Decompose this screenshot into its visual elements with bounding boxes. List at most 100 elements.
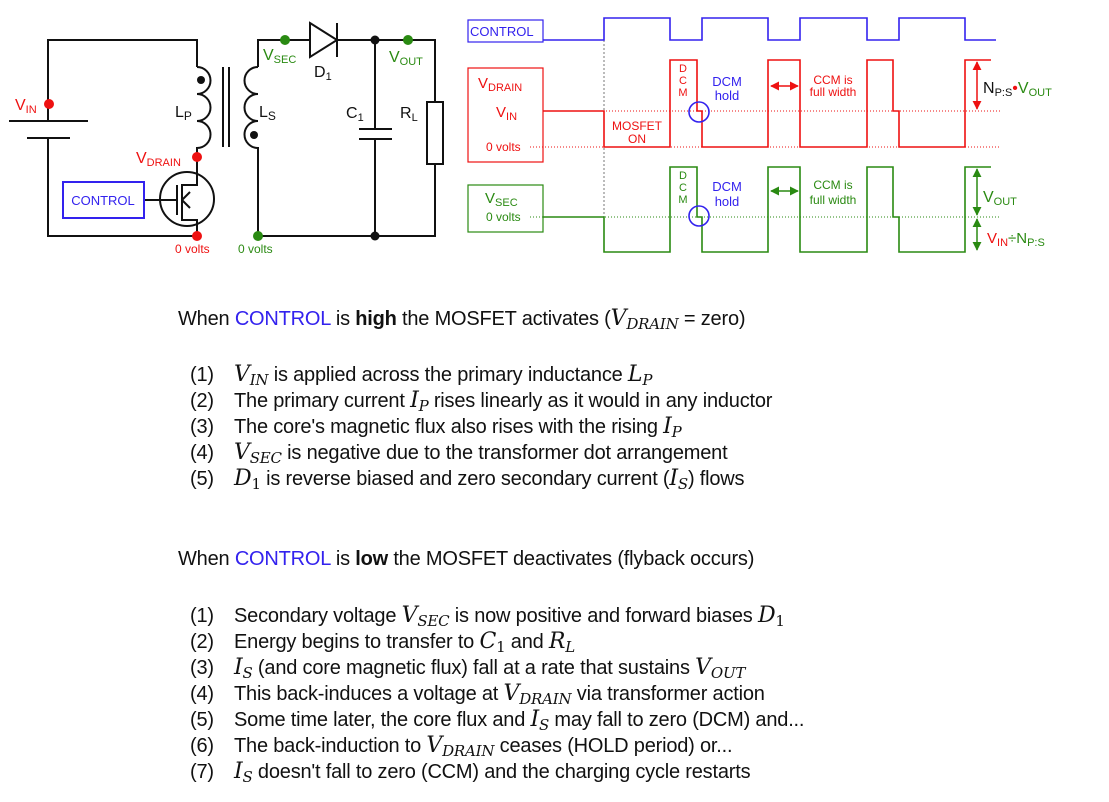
list-item: (4) VSEC is negative due to the transform… (190, 440, 772, 466)
text-run: and (505, 631, 549, 653)
waveforms: CONTROL VDRAIN VIN 0 volts MOSFET ON DCM … (467, 17, 1052, 253)
control-keyword: CONTROL (234, 308, 331, 330)
math-symbol-main: I (234, 759, 243, 784)
math-subscript: OUT (710, 664, 746, 682)
text-run: is (330, 548, 356, 570)
math-symbol: IP (663, 414, 682, 441)
math-symbol-main: I (410, 388, 419, 413)
text-run: is reverse biased and zero secondary cur… (260, 468, 670, 490)
zero-primary-node (192, 231, 202, 241)
vin-level-label: VIN (496, 104, 517, 123)
math-symbol-main: C (479, 629, 497, 654)
vsec-label: VSEC (485, 190, 518, 209)
vout-node (403, 35, 413, 45)
math-symbol: D1 (758, 603, 785, 630)
math-subscript: DRAIN (519, 690, 572, 708)
math-subscript: S (242, 664, 253, 682)
item-number: (6) (190, 735, 214, 757)
text-run: ceases (HOLD period) or... (494, 735, 733, 757)
vdrain-label: VDRAIN (136, 150, 181, 169)
math-symbol: IS (669, 466, 688, 492)
math-subscript: SEC (417, 612, 450, 630)
secondary-wire (257, 39, 436, 237)
vout-level-label: VOUT (983, 189, 1017, 208)
vin-node (44, 99, 54, 109)
math-symbol: VSEC (234, 440, 282, 466)
text-run: the MOSFET deactivates (flyback occurs) (387, 548, 755, 570)
math-symbol: VDRAIN (610, 306, 679, 332)
math-symbol-main: D (234, 466, 252, 491)
sec-zero-label: 0 volts (486, 210, 521, 224)
np-vout-label: NP:S•VOUT (983, 80, 1052, 99)
math-subscript: 1 (251, 475, 261, 493)
text-run: via transformer action (571, 683, 765, 705)
text-run: the MOSFET activates ( (396, 308, 611, 330)
zero-primary-label: 0 volts (175, 242, 210, 256)
control-label: CONTROL (470, 24, 534, 39)
text-run: Energy begins to transfer to (234, 631, 480, 653)
text-run: When (178, 308, 235, 330)
math-subscript: IN (249, 371, 269, 389)
vsec-label: VSEC (263, 47, 296, 66)
list-item: (7) IS doesn't fall to zero (CCM) and the… (190, 759, 804, 785)
text-run: The primary current (234, 390, 411, 412)
high-steps: (1) VIN is applied across the primary ind… (190, 362, 772, 492)
zero-secondary-label: 0 volts (238, 242, 273, 256)
math-subscript: 1 (775, 612, 785, 630)
vdrain-node (192, 152, 202, 162)
text-run: doesn't fall to zero (CCM) and the charg… (252, 761, 751, 783)
list-item: (6) The back-induction to VDRAIN ceases (… (190, 733, 804, 759)
math-symbol: RL (549, 629, 575, 655)
math-subscript: DRAIN (442, 742, 495, 760)
text-run: This back-induces a voltage at (234, 683, 504, 705)
dcm-vertical-label-drain: DCM (678, 63, 687, 99)
item-number: (3) (190, 416, 214, 438)
text-run: may fall to zero (DCM) and... (549, 709, 805, 731)
dcm-hold-marker (688, 101, 710, 123)
ls-label: LS (259, 104, 276, 123)
text-run: = zero) (678, 308, 746, 330)
low-steps: (1) Secondary voltage VSEC is now positiv… (190, 603, 804, 785)
math-symbol-main: V (610, 306, 627, 331)
math-symbol: VIN (234, 362, 269, 389)
math-symbol-main: V (695, 655, 711, 680)
math-symbol-main: I (663, 414, 672, 439)
text-run: rises linearly as it would in any induct… (428, 390, 773, 412)
item-number: (7) (190, 761, 214, 783)
math-subscript: P (671, 423, 682, 441)
vsec-waveform (543, 166, 991, 253)
math-symbol-main: V (234, 440, 250, 465)
text-run: is now positive and forward biases (449, 605, 758, 627)
math-symbol: IS (531, 707, 550, 733)
list-item: (2) The primary current IP rises linearly… (190, 388, 772, 414)
lp-label: LP (175, 104, 192, 123)
dcm-hold-label-drain: DCM hold (712, 74, 742, 103)
math-subscript: P (642, 371, 653, 389)
ccm-label-drain: CCM is full width (810, 73, 857, 99)
text-run: Some time later, the core flux and (234, 709, 531, 731)
rl-label: RL (400, 105, 418, 124)
math-symbol-main: V (401, 603, 418, 628)
dcm-hold-label-sec: DCM hold (712, 179, 742, 209)
math-symbol: VOUT (695, 655, 746, 682)
flyback-diagram: CONTROL VIN LP LS VDRAIN VSEC D1 VOUT C1… (9, 17, 1052, 256)
list-item: (1) VIN is applied across the primary ind… (190, 362, 772, 388)
math-symbol: VDRAIN (503, 681, 572, 708)
math-symbol-main: V (503, 681, 520, 706)
math-symbol-main: V (234, 362, 250, 387)
item-number: (5) (190, 468, 214, 490)
math-symbol-main: V (426, 733, 443, 758)
math-subscript: P (418, 397, 429, 415)
vin-div-label: VIN÷NP:S (987, 230, 1045, 249)
text-run: When (178, 548, 235, 570)
drain-zero-label: 0 volts (486, 140, 521, 154)
d1-label: D1 (314, 64, 332, 83)
math-symbol: C1 (479, 629, 505, 655)
control-waveform (543, 17, 996, 41)
dcm-vertical-label-sec: DCM (678, 170, 687, 206)
high-heading: When CONTROL is high the MOSFET activate… (178, 306, 746, 332)
list-item: (3) The core's magnetic flux also rises w… (190, 414, 772, 440)
vdrain-waveform (543, 59, 991, 148)
diode-d1 (309, 21, 339, 59)
item-number: (2) (190, 631, 214, 653)
